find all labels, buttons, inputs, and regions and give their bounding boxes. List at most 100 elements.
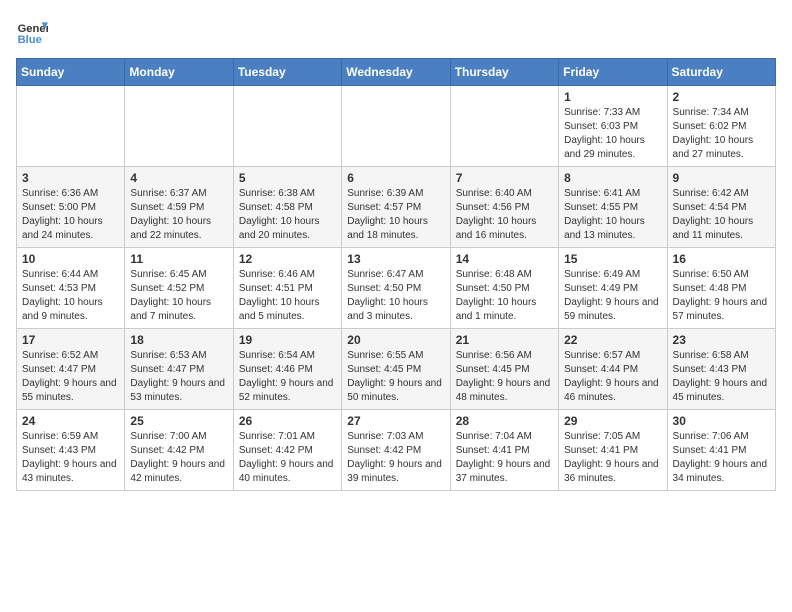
day-info: Sunrise: 6:36 AM Sunset: 5:00 PM Dayligh… xyxy=(22,187,120,243)
day-cell: 23 Sunrise: 6:58 AM Sunset: 4:43 PM Dayli… xyxy=(667,329,775,410)
day-number: 19 xyxy=(239,333,337,347)
day-cell: 24 Sunrise: 6:59 AM Sunset: 4:43 PM Dayli… xyxy=(17,410,125,491)
day-cell: 3 Sunrise: 6:36 AM Sunset: 5:00 PM Daylig… xyxy=(17,167,125,248)
dow-header: Friday xyxy=(559,59,667,86)
day-info: Sunrise: 6:55 AM Sunset: 4:45 PM Dayligh… xyxy=(347,349,445,405)
day-info: Sunrise: 7:06 AM Sunset: 4:41 PM Dayligh… xyxy=(673,430,771,486)
day-info: Sunrise: 7:00 AM Sunset: 4:42 PM Dayligh… xyxy=(130,430,228,486)
day-info: Sunrise: 6:52 AM Sunset: 4:47 PM Dayligh… xyxy=(22,349,120,405)
dow-header: Tuesday xyxy=(233,59,341,86)
day-info: Sunrise: 7:03 AM Sunset: 4:42 PM Dayligh… xyxy=(347,430,445,486)
day-info: Sunrise: 6:53 AM Sunset: 4:47 PM Dayligh… xyxy=(130,349,228,405)
day-cell: 28Sunrise: 7:04 AM Sunset: 4:41 PM Dayli… xyxy=(450,410,558,491)
day-number: 6 xyxy=(347,171,445,185)
day-cell: 27 Sunrise: 7:03 AM Sunset: 4:42 PM Dayli… xyxy=(342,410,450,491)
day-info: Sunrise: 7:05 AM Sunset: 4:41 PM Dayligh… xyxy=(564,430,662,486)
day-info: Sunrise: 6:48 AM Sunset: 4:50 PM Dayligh… xyxy=(456,268,554,324)
dow-header: Thursday xyxy=(450,59,558,86)
day-info: Sunrise: 7:33 AM Sunset: 6:03 PM Dayligh… xyxy=(564,106,662,162)
day-cell: 26 Sunrise: 7:01 AM Sunset: 4:42 PM Dayli… xyxy=(233,410,341,491)
day-number: 20 xyxy=(347,333,445,347)
day-cell xyxy=(233,86,341,167)
day-number: 1 xyxy=(564,90,662,104)
day-info: Sunrise: 6:46 AM Sunset: 4:51 PM Dayligh… xyxy=(239,268,337,324)
day-number: 23 xyxy=(673,333,771,347)
dow-header: Monday xyxy=(125,59,233,86)
day-number: 13 xyxy=(347,252,445,266)
day-cell: 25 Sunrise: 7:00 AM Sunset: 4:42 PM Dayli… xyxy=(125,410,233,491)
calendar: SundayMondayTuesdayWednesdayThursdayFrid… xyxy=(16,58,776,491)
day-cell xyxy=(17,86,125,167)
day-number: 4 xyxy=(130,171,228,185)
day-number: 25 xyxy=(130,414,228,428)
dow-header: Sunday xyxy=(17,59,125,86)
day-number: 14 xyxy=(456,252,554,266)
day-cell: 22 Sunrise: 6:57 AM Sunset: 4:44 PM Dayli… xyxy=(559,329,667,410)
day-info: Sunrise: 6:56 AM Sunset: 4:45 PM Dayligh… xyxy=(456,349,554,405)
day-cell xyxy=(450,86,558,167)
day-info: Sunrise: 6:45 AM Sunset: 4:52 PM Dayligh… xyxy=(130,268,228,324)
day-cell: 5Sunrise: 6:38 AM Sunset: 4:58 PM Daylig… xyxy=(233,167,341,248)
week-row: 1 Sunrise: 7:33 AM Sunset: 6:03 PM Daylig… xyxy=(17,86,776,167)
day-cell: 14 Sunrise: 6:48 AM Sunset: 4:50 PM Dayli… xyxy=(450,248,558,329)
day-info: Sunrise: 6:49 AM Sunset: 4:49 PM Dayligh… xyxy=(564,268,662,324)
day-cell: 18 Sunrise: 6:53 AM Sunset: 4:47 PM Dayli… xyxy=(125,329,233,410)
day-cell: 21 Sunrise: 6:56 AM Sunset: 4:45 PM Dayli… xyxy=(450,329,558,410)
day-number: 2 xyxy=(673,90,771,104)
day-number: 16 xyxy=(673,252,771,266)
day-number: 15 xyxy=(564,252,662,266)
day-number: 12 xyxy=(239,252,337,266)
day-info: Sunrise: 6:57 AM Sunset: 4:44 PM Dayligh… xyxy=(564,349,662,405)
day-info: Sunrise: 6:39 AM Sunset: 4:57 PM Dayligh… xyxy=(347,187,445,243)
day-number: 28 xyxy=(456,414,554,428)
day-cell: 7Sunrise: 6:40 AM Sunset: 4:56 PM Daylig… xyxy=(450,167,558,248)
day-cell: 13Sunrise: 6:47 AM Sunset: 4:50 PM Dayli… xyxy=(342,248,450,329)
day-number: 17 xyxy=(22,333,120,347)
day-cell: 16Sunrise: 6:50 AM Sunset: 4:48 PM Dayli… xyxy=(667,248,775,329)
day-info: Sunrise: 6:54 AM Sunset: 4:46 PM Dayligh… xyxy=(239,349,337,405)
day-cell: 6 Sunrise: 6:39 AM Sunset: 4:57 PM Daylig… xyxy=(342,167,450,248)
day-cell: 30 Sunrise: 7:06 AM Sunset: 4:41 PM Dayli… xyxy=(667,410,775,491)
week-row: 24 Sunrise: 6:59 AM Sunset: 4:43 PM Dayli… xyxy=(17,410,776,491)
week-row: 10Sunrise: 6:44 AM Sunset: 4:53 PM Dayli… xyxy=(17,248,776,329)
day-number: 24 xyxy=(22,414,120,428)
day-cell: 15 Sunrise: 6:49 AM Sunset: 4:49 PM Dayli… xyxy=(559,248,667,329)
day-number: 3 xyxy=(22,171,120,185)
day-number: 27 xyxy=(347,414,445,428)
day-cell: 9Sunrise: 6:42 AM Sunset: 4:54 PM Daylig… xyxy=(667,167,775,248)
day-number: 10 xyxy=(22,252,120,266)
day-info: Sunrise: 6:38 AM Sunset: 4:58 PM Dayligh… xyxy=(239,187,337,243)
day-number: 30 xyxy=(673,414,771,428)
calendar-body: 1 Sunrise: 7:33 AM Sunset: 6:03 PM Daylig… xyxy=(17,86,776,491)
day-info: Sunrise: 6:41 AM Sunset: 4:55 PM Dayligh… xyxy=(564,187,662,243)
day-info: Sunrise: 7:01 AM Sunset: 4:42 PM Dayligh… xyxy=(239,430,337,486)
day-cell: 2 Sunrise: 7:34 AM Sunset: 6:02 PM Daylig… xyxy=(667,86,775,167)
day-info: Sunrise: 6:37 AM Sunset: 4:59 PM Dayligh… xyxy=(130,187,228,243)
header: General Blue xyxy=(16,16,776,48)
day-cell: 11 Sunrise: 6:45 AM Sunset: 4:52 PM Dayli… xyxy=(125,248,233,329)
days-of-week-row: SundayMondayTuesdayWednesdayThursdayFrid… xyxy=(17,59,776,86)
day-number: 22 xyxy=(564,333,662,347)
svg-text:Blue: Blue xyxy=(18,34,42,46)
day-number: 7 xyxy=(456,171,554,185)
day-info: Sunrise: 7:34 AM Sunset: 6:02 PM Dayligh… xyxy=(673,106,771,162)
day-number: 21 xyxy=(456,333,554,347)
day-cell: 20 Sunrise: 6:55 AM Sunset: 4:45 PM Dayli… xyxy=(342,329,450,410)
day-info: Sunrise: 6:59 AM Sunset: 4:43 PM Dayligh… xyxy=(22,430,120,486)
day-number: 11 xyxy=(130,252,228,266)
day-cell: 19 Sunrise: 6:54 AM Sunset: 4:46 PM Dayli… xyxy=(233,329,341,410)
day-number: 26 xyxy=(239,414,337,428)
day-cell: 10Sunrise: 6:44 AM Sunset: 4:53 PM Dayli… xyxy=(17,248,125,329)
logo-icon: General Blue xyxy=(16,16,48,48)
day-number: 8 xyxy=(564,171,662,185)
day-number: 9 xyxy=(673,171,771,185)
dow-header: Saturday xyxy=(667,59,775,86)
dow-header: Wednesday xyxy=(342,59,450,86)
day-number: 29 xyxy=(564,414,662,428)
day-info: Sunrise: 6:58 AM Sunset: 4:43 PM Dayligh… xyxy=(673,349,771,405)
day-cell: 29 Sunrise: 7:05 AM Sunset: 4:41 PM Dayli… xyxy=(559,410,667,491)
day-cell xyxy=(125,86,233,167)
day-cell xyxy=(342,86,450,167)
day-number: 18 xyxy=(130,333,228,347)
logo: General Blue xyxy=(16,16,48,48)
